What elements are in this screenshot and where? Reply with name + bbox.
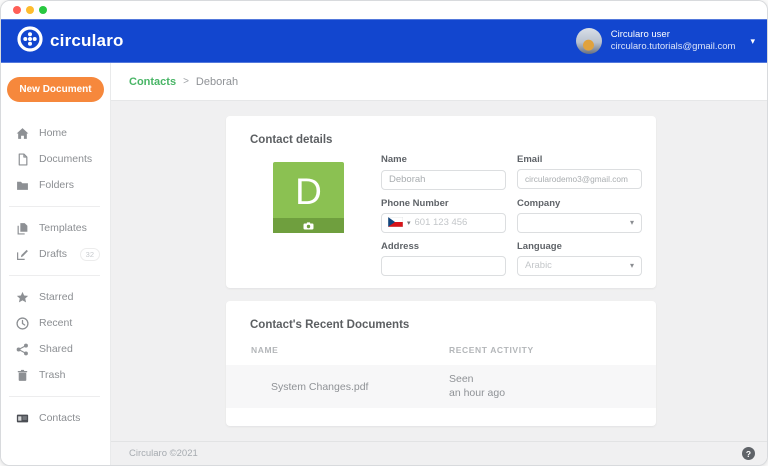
document-activity: Seen an hour ago <box>449 373 505 400</box>
activity-status: Seen <box>449 373 474 385</box>
sidebar-item-templates[interactable]: Templates <box>1 215 110 241</box>
sidebar-item-label: Starred <box>39 291 73 303</box>
chevron-down-icon: ▾ <box>750 36 755 47</box>
folder-icon <box>16 179 29 192</box>
phone-input-wrapper: ▾ <box>381 213 506 233</box>
recent-documents-title: Contact's Recent Documents <box>226 301 656 331</box>
star-icon <box>16 291 29 304</box>
share-icon <box>16 343 29 356</box>
change-photo-button[interactable] <box>273 218 344 233</box>
drafts-count-badge: 32 <box>80 248 100 261</box>
sidebar-item-recent[interactable]: Recent <box>1 310 110 336</box>
contact-details-title: Contact details <box>226 116 656 146</box>
breadcrumb: Contacts > Deborah <box>111 63 767 101</box>
footer: Circularo ©2021 ? <box>111 441 767 465</box>
chevron-down-icon: ▾ <box>630 261 634 270</box>
contact-avatar[interactable]: D <box>273 162 344 233</box>
sidebar-item-label: Recent <box>39 317 72 329</box>
breadcrumb-current: Deborah <box>196 76 238 88</box>
sidebar-item-label: Home <box>39 127 67 139</box>
user-avatar <box>576 28 602 54</box>
company-select[interactable]: ▾ <box>517 213 642 233</box>
table-row[interactable]: System Changes.pdf Seen an hour ago <box>226 365 656 408</box>
phone-input[interactable] <box>415 217 485 228</box>
document-name: System Changes.pdf <box>271 381 449 393</box>
language-select-value: Arabic <box>525 260 630 271</box>
language-label: Language <box>517 241 642 252</box>
czech-flag-icon[interactable] <box>388 214 403 232</box>
templates-icon <box>16 222 29 235</box>
sidebar-item-label: Shared <box>39 343 73 355</box>
name-field-group: Name <box>381 154 506 190</box>
sidebar-divider <box>9 206 100 207</box>
sidebar-item-contacts[interactable]: Contacts <box>1 405 110 431</box>
user-email: circularo.tutorials@gmail.com <box>611 41 736 53</box>
help-button[interactable]: ? <box>742 447 755 460</box>
trash-icon <box>16 369 29 382</box>
address-label: Address <box>381 241 506 252</box>
sidebar-item-label: Drafts <box>39 248 67 260</box>
chevron-down-icon: ▾ <box>630 218 634 227</box>
sidebar-item-label: Contacts <box>39 412 80 424</box>
email-label: Email <box>517 154 642 165</box>
sidebar-item-label: Templates <box>39 222 87 234</box>
activity-time: an hour ago <box>449 387 505 399</box>
document-icon <box>16 153 29 166</box>
breadcrumb-separator: > <box>183 76 189 87</box>
contact-details-card: Contact details D Name <box>226 116 656 288</box>
email-field-group: Email <box>517 154 642 190</box>
brand-logo[interactable]: circularo <box>17 26 124 57</box>
address-input[interactable] <box>381 256 506 276</box>
sidebar-item-home[interactable]: Home <box>1 120 110 146</box>
name-input[interactable] <box>381 170 506 190</box>
language-field-group: Language Arabic ▾ <box>517 241 642 277</box>
circularo-logo-icon <box>17 26 43 57</box>
minimize-window-button[interactable] <box>26 6 34 14</box>
clock-icon <box>16 317 29 330</box>
contact-avatar-letter: D <box>295 171 322 213</box>
company-label: Company <box>517 198 642 209</box>
pencil-icon <box>16 248 29 261</box>
new-document-button[interactable]: New Document <box>7 77 103 102</box>
question-mark-icon: ? <box>746 449 751 459</box>
sidebar-divider <box>9 275 100 276</box>
sidebar-item-label: Folders <box>39 179 74 191</box>
sidebar-item-trash[interactable]: Trash <box>1 362 110 388</box>
camera-icon <box>303 222 314 230</box>
user-menu[interactable]: Circularo user circularo.tutorials@gmail… <box>576 28 755 54</box>
app-window: circularo Circularo user circularo.tutor… <box>0 0 768 466</box>
recent-documents-card: Contact's Recent Documents NAME RECENT A… <box>226 301 656 426</box>
company-field-group: Company ▾ <box>517 198 642 233</box>
sidebar-divider <box>9 396 100 397</box>
copyright-text: Circularo ©2021 <box>129 448 198 459</box>
app-header: circularo Circularo user circularo.tutor… <box>1 19 767 63</box>
address-field-group: Address <box>381 241 506 277</box>
window-titlebar <box>1 1 767 19</box>
home-icon <box>16 127 29 140</box>
language-select[interactable]: Arabic ▾ <box>517 256 642 276</box>
user-name: Circularo user <box>611 29 736 41</box>
phone-label: Phone Number <box>381 198 506 209</box>
flag-dropdown-caret-icon[interactable]: ▾ <box>407 219 411 227</box>
close-window-button[interactable] <box>13 6 21 14</box>
name-label: Name <box>381 154 506 165</box>
sidebar: New Document Home Documents Folders <box>1 63 111 465</box>
email-input[interactable] <box>517 169 642 189</box>
sidebar-item-folders[interactable]: Folders <box>1 172 110 198</box>
documents-table-header: NAME RECENT ACTIVITY <box>226 345 656 355</box>
brand-name: circularo <box>50 31 124 51</box>
sidebar-item-label: Documents <box>39 153 92 165</box>
sidebar-item-drafts[interactable]: Drafts 32 <box>1 241 110 267</box>
column-header-name: NAME <box>251 345 449 355</box>
column-header-recent-activity: RECENT ACTIVITY <box>449 345 534 355</box>
phone-field-group: Phone Number ▾ <box>381 198 506 233</box>
sidebar-item-documents[interactable]: Documents <box>1 146 110 172</box>
contacts-icon <box>16 412 29 425</box>
sidebar-item-starred[interactable]: Starred <box>1 284 110 310</box>
breadcrumb-contacts-link[interactable]: Contacts <box>129 76 176 88</box>
main-content: Contact details D Name <box>111 101 767 441</box>
maximize-window-button[interactable] <box>39 6 47 14</box>
sidebar-item-label: Trash <box>39 369 65 381</box>
sidebar-item-shared[interactable]: Shared <box>1 336 110 362</box>
